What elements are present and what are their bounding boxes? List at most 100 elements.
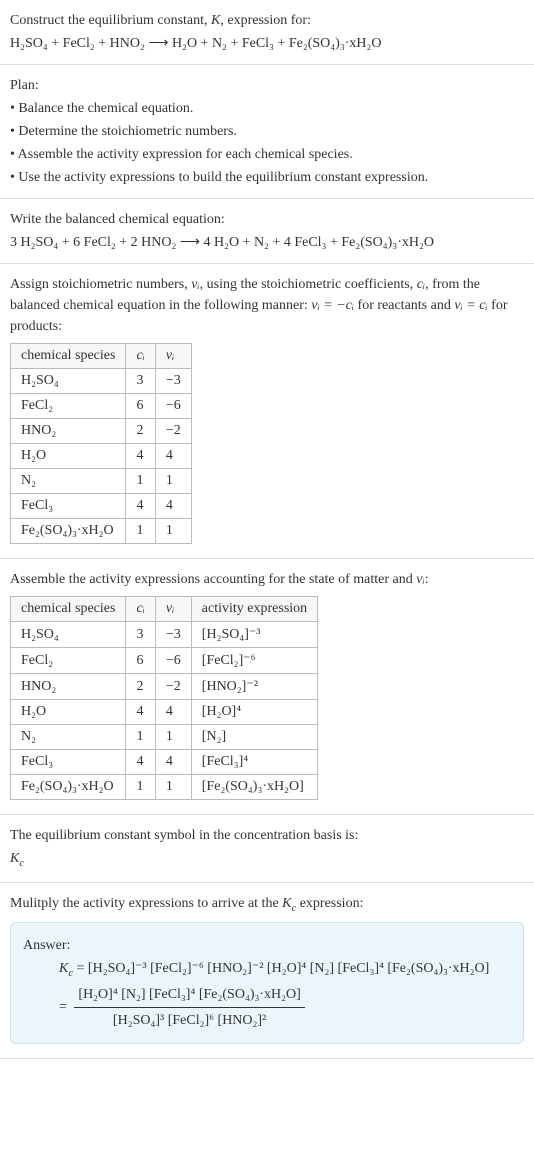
kc-symbol-line1: The equilibrium constant symbol in the c… — [10, 825, 524, 846]
cell-ci: 3 — [126, 369, 155, 394]
balanced-heading: Write the balanced chemical equation: — [10, 209, 524, 230]
table-row: HNO₂2−2[HNO₂]⁻² — [11, 674, 318, 700]
activity-heading-prefix: Assemble the activity expressions accoun… — [10, 572, 416, 587]
table-row: Fe₂(SO₄)₃·xH₂O11 — [11, 519, 192, 544]
stoich-section: Assign stoichiometric numbers, νᵢ, using… — [0, 264, 534, 559]
answer-frac-line: = [H₂O]⁴ [N₂] [FeCl₃]⁴ [Fe₂(SO₄)₃·xH₂O] … — [23, 984, 511, 1031]
cell-species: H₂O — [11, 700, 126, 725]
plan-heading: Plan: — [10, 75, 524, 96]
activity-heading-suffix: : — [425, 572, 429, 587]
intro-line1: Construct the equilibrium constant, K, e… — [10, 10, 524, 31]
plan-item-3: • Assemble the activity expression for e… — [10, 144, 524, 165]
answer-label: Answer: — [23, 935, 511, 956]
col-ci: cᵢ — [126, 597, 155, 622]
balanced-section: Write the balanced chemical equation: 3 … — [0, 199, 534, 264]
answer-numerator: [H₂O]⁴ [N₂] [FeCl₃]⁴ [Fe₂(SO₄)₃·xH₂O] — [74, 984, 304, 1008]
cell-nui: 4 — [155, 444, 191, 469]
balanced-reaction: 3 H₂SO₄ + 6 FeCl₂ + 2 HNO₂ ⟶ 4 H₂O + N₂ … — [10, 232, 524, 253]
cell-species: HNO₂ — [11, 674, 126, 700]
activity-heading: Assemble the activity expressions accoun… — [10, 569, 524, 590]
cell-activity: [FeCl₂]⁻⁶ — [191, 648, 317, 674]
cell-activity: [H₂O]⁴ — [191, 700, 317, 725]
cell-nui: −6 — [155, 648, 191, 674]
cell-ci: 1 — [126, 519, 155, 544]
answer-fraction: [H₂O]⁴ [N₂] [FeCl₃]⁴ [Fe₂(SO₄)₃·xH₂O] [H… — [74, 984, 304, 1031]
cell-activity: [H₂SO₄]⁻³ — [191, 622, 317, 648]
cell-activity: [HNO₂]⁻² — [191, 674, 317, 700]
cell-species: FeCl₂ — [11, 648, 126, 674]
stoich-desc-prefix: Assign stoichiometric numbers, — [10, 277, 191, 292]
kc-symbol: Kc — [10, 848, 524, 872]
kc-symbol-section: The equilibrium constant symbol in the c… — [0, 815, 534, 883]
cell-nui: 1 — [155, 775, 191, 800]
cell-species: FeCl₃ — [11, 494, 126, 519]
answer-kc: Kc — [59, 961, 73, 976]
cell-ci: 4 — [126, 750, 155, 775]
cell-nui: −2 — [155, 419, 191, 444]
stoich-mid3: for reactants and — [354, 298, 454, 313]
cell-nui: −2 — [155, 674, 191, 700]
cell-ci: 4 — [126, 444, 155, 469]
cell-activity: [Fe₂(SO₄)₃·xH₂O] — [191, 775, 317, 800]
col-nui: νᵢ — [155, 344, 191, 369]
table-row: HNO₂2−2 — [11, 419, 192, 444]
plan-item-4: • Use the activity expressions to build … — [10, 167, 524, 188]
cell-ci: 6 — [126, 394, 155, 419]
table-row: FeCl₃44[FeCl₃]⁴ — [11, 750, 318, 775]
plan-section: Plan: • Balance the chemical equation. •… — [0, 65, 534, 199]
multiply-prefix: Mulitply the activity expressions to arr… — [10, 896, 282, 911]
cell-nui: 1 — [155, 519, 191, 544]
cell-species: Fe₂(SO₄)₃·xH₂O — [11, 775, 126, 800]
cell-nui: 4 — [155, 700, 191, 725]
cell-ci: 3 — [126, 622, 155, 648]
col-species: chemical species — [11, 344, 126, 369]
cell-ci: 4 — [126, 700, 155, 725]
cell-species: FeCl₂ — [11, 394, 126, 419]
multiply-kc: Kc — [282, 896, 296, 911]
table-row: N₂11[N₂] — [11, 725, 318, 750]
col-nui: νᵢ — [155, 597, 191, 622]
stoich-mid1: , using the stoichiometric coefficients, — [200, 277, 417, 292]
cell-species: N₂ — [11, 725, 126, 750]
cell-nui: −3 — [155, 369, 191, 394]
activity-table: chemical species cᵢ νᵢ activity expressi… — [10, 596, 318, 800]
table-header-row: chemical species cᵢ νᵢ — [11, 344, 192, 369]
cell-species: H₂SO₄ — [11, 369, 126, 394]
multiply-suffix: expression: — [296, 896, 363, 911]
cell-species: H₂O — [11, 444, 126, 469]
stoich-rule1: νᵢ = −cᵢ — [311, 298, 354, 313]
table-row: N₂11 — [11, 469, 192, 494]
plan-item-1: • Balance the chemical equation. — [10, 98, 524, 119]
cell-ci: 2 — [126, 674, 155, 700]
intro-K: K — [211, 13, 220, 28]
cell-species: Fe₂(SO₄)₃·xH₂O — [11, 519, 126, 544]
answer-flat: [H₂SO₄]⁻³ [FeCl₂]⁻⁶ [HNO₂]⁻² [H₂O]⁴ [N₂]… — [88, 961, 489, 976]
col-activity: activity expression — [191, 597, 317, 622]
col-ci: cᵢ — [126, 344, 155, 369]
table-row: FeCl₂6−6 — [11, 394, 192, 419]
answer-denominator: [H₂SO₄]³ [FeCl₂]⁶ [HNO₂]² — [74, 1008, 304, 1031]
table-header-row: chemical species cᵢ νᵢ activity expressi… — [11, 597, 318, 622]
cell-nui: 1 — [155, 725, 191, 750]
intro-section: Construct the equilibrium constant, K, e… — [0, 0, 534, 65]
cell-species: H₂SO₄ — [11, 622, 126, 648]
stoich-nu: νᵢ — [191, 277, 199, 292]
answer-eq2: = — [59, 999, 67, 1014]
table-row: H₂SO₄3−3[H₂SO₄]⁻³ — [11, 622, 318, 648]
intro-prefix: Construct the equilibrium constant, — [10, 13, 211, 28]
activity-nu: νᵢ — [416, 572, 424, 587]
multiply-section: Mulitply the activity expressions to arr… — [0, 883, 534, 1059]
cell-nui: 4 — [155, 494, 191, 519]
cell-ci: 1 — [126, 775, 155, 800]
stoich-desc: Assign stoichiometric numbers, νᵢ, using… — [10, 274, 524, 337]
cell-ci: 6 — [126, 648, 155, 674]
table-row: H₂SO₄3−3 — [11, 369, 192, 394]
table-row: H₂O44 — [11, 444, 192, 469]
cell-species: FeCl₃ — [11, 750, 126, 775]
table-row: FeCl₃44 — [11, 494, 192, 519]
stoich-ci: cᵢ — [417, 277, 425, 292]
cell-species: N₂ — [11, 469, 126, 494]
stoich-rule2: νᵢ = cᵢ — [454, 298, 487, 313]
plan-item-2: • Determine the stoichiometric numbers. — [10, 121, 524, 142]
answer-eq: = — [77, 961, 88, 976]
